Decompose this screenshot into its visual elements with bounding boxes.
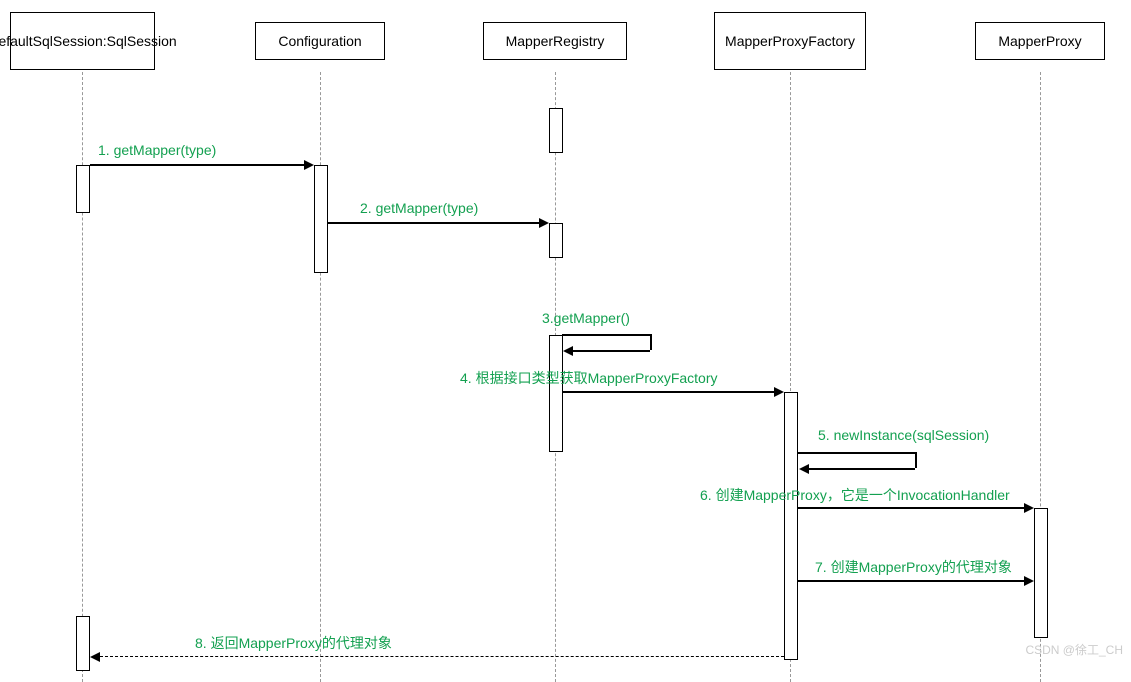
arrow-head-icon	[1024, 576, 1034, 586]
message-label: 7. 创建MapperProxy的代理对象	[815, 557, 1012, 577]
arrow-head-icon	[563, 346, 573, 356]
activation-bar	[549, 335, 563, 452]
arrow	[798, 507, 1026, 509]
participant-mapperregistry: MapperRegistry	[483, 22, 627, 60]
arrow	[650, 334, 652, 350]
activation-bar	[314, 165, 328, 273]
arrow	[808, 468, 915, 470]
lifeline	[320, 72, 321, 682]
message-label: 8. 返回MapperProxy的代理对象	[195, 633, 392, 653]
arrow-head-icon	[304, 160, 314, 170]
message-label: 4. 根据接口类型获取MapperProxyFactory	[460, 368, 718, 388]
message-label: 6. 创建MapperProxy，它是一个InvocationHandler	[700, 485, 1010, 505]
activation-bar	[549, 223, 563, 258]
participant-label: Configuration	[278, 32, 361, 50]
arrow-head-icon	[90, 652, 100, 662]
activation-bar	[549, 108, 563, 153]
activation-bar	[76, 616, 90, 671]
arrow	[90, 164, 306, 166]
arrow	[798, 580, 1026, 582]
arrow-head-icon	[799, 464, 809, 474]
message-label: 3.getMapper()	[542, 310, 630, 326]
arrow-head-icon	[774, 387, 784, 397]
arrow	[798, 452, 915, 454]
participant-label: MapperProxyFactory	[725, 32, 855, 50]
lifeline	[82, 72, 83, 682]
participant-label: MapperProxy	[998, 32, 1081, 50]
participant-configuration: Configuration	[255, 22, 385, 60]
participant-mapperproxyfactory: MapperProxyFactory	[714, 12, 866, 70]
participant-defaultsqlsession: DefaultSqlSession:SqlSession	[10, 12, 155, 70]
arrow	[572, 350, 650, 352]
arrow	[328, 222, 541, 224]
arrow-head-icon	[539, 218, 549, 228]
message-label: 1. getMapper(type)	[98, 142, 216, 158]
watermark: CSDN @徐工_CH	[1025, 641, 1123, 658]
return-arrow	[100, 656, 784, 657]
arrow	[915, 452, 917, 468]
message-label: 2. getMapper(type)	[360, 200, 478, 216]
activation-bar	[1034, 508, 1048, 638]
activation-bar	[784, 392, 798, 660]
participant-label: MapperRegistry	[506, 32, 605, 50]
arrow	[562, 391, 777, 393]
participant-mapperproxy: MapperProxy	[975, 22, 1105, 60]
arrow-head-icon	[1024, 503, 1034, 513]
participant-label: DefaultSqlSession:SqlSession	[0, 32, 177, 50]
activation-bar	[76, 165, 90, 213]
arrow	[562, 334, 650, 336]
message-label: 5. newInstance(sqlSession)	[818, 427, 989, 443]
